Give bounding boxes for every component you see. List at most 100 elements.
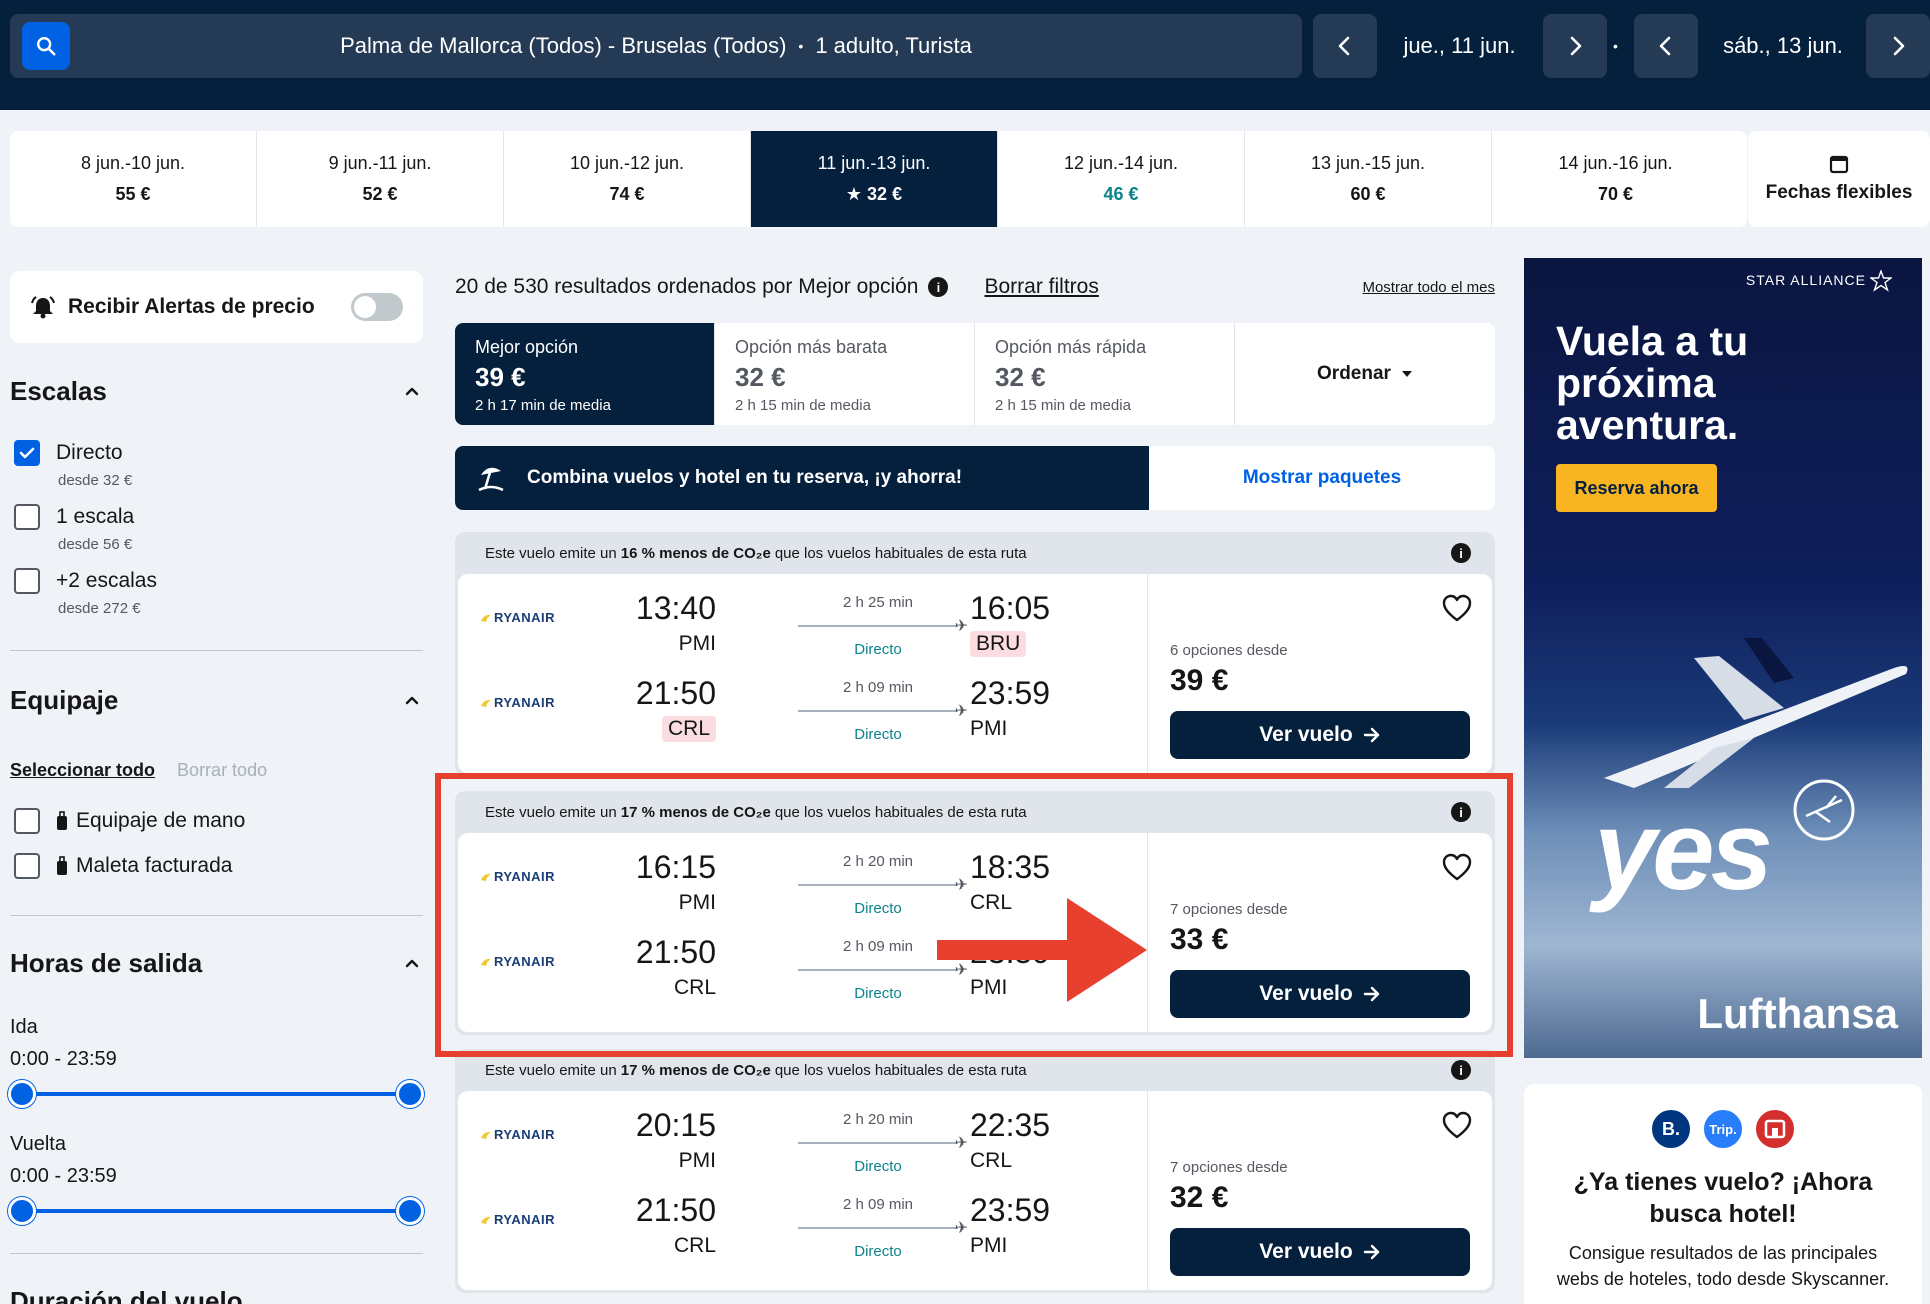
duration-filter-title: Duración del vuelo xyxy=(10,1286,243,1304)
date-option[interactable]: 10 jun.-12 jun. 74 € xyxy=(504,131,751,227)
search-summary-bar[interactable]: Palma de Mallorca (Todos) - Bruselas (To… xyxy=(10,14,1302,78)
slider-handle-min[interactable] xyxy=(8,1197,36,1225)
chevron-left-icon xyxy=(1338,36,1350,56)
ryanair-harp-icon xyxy=(481,614,491,622)
booking-logo: B. xyxy=(1650,1108,1692,1150)
info-icon[interactable]: i xyxy=(1451,1060,1471,1080)
view-flight-button[interactable]: Ver vuelo xyxy=(1170,711,1470,759)
sort-dropdown[interactable]: Ordenar xyxy=(1235,323,1495,425)
flexible-dates-button[interactable]: Fechas flexibles xyxy=(1748,131,1930,227)
checkbox-checked[interactable] xyxy=(14,440,40,466)
clear-all-link[interactable]: Borrar todo xyxy=(177,760,267,781)
return-time-slider[interactable] xyxy=(8,1197,424,1225)
ticket-legs: RYANAIR 20:15 PMI 2 h 20 min ✈ Directo 2… xyxy=(458,1091,1148,1290)
next-depart-date-button[interactable] xyxy=(1543,14,1607,78)
departure: 13:40 PMI xyxy=(636,590,716,657)
arrow-right-icon xyxy=(1363,1244,1379,1260)
arrival-airport: PMI xyxy=(970,717,1008,740)
stops-label: Directo xyxy=(854,726,902,743)
checkbox[interactable] xyxy=(14,568,40,594)
view-flight-button[interactable]: Ver vuelo xyxy=(1170,1228,1470,1276)
ryanair-harp-icon xyxy=(481,699,491,707)
prev-return-date-button[interactable] xyxy=(1634,14,1698,78)
hotels-logo xyxy=(1754,1108,1796,1150)
flight-result-card[interactable]: Este vuelo emite un 17 % menos de CO₂e q… xyxy=(455,1049,1495,1293)
divider xyxy=(10,1253,423,1254)
date-option[interactable]: 8 jun.-10 jun. 55 € xyxy=(10,131,257,227)
outbound-time-slider[interactable] xyxy=(8,1080,424,1108)
checkbox[interactable] xyxy=(14,504,40,530)
prev-depart-date-button[interactable] xyxy=(1313,14,1377,78)
chevron-up-icon[interactable] xyxy=(404,383,420,399)
ad-headline: Vuela a tu próxima aventura. xyxy=(1556,318,1749,448)
heart-icon[interactable] xyxy=(1442,594,1472,622)
slider-handle-max[interactable] xyxy=(396,1080,424,1108)
next-return-date-button[interactable] xyxy=(1866,14,1930,78)
ad-brand: Lufthansa xyxy=(1697,990,1898,1037)
plane-icon: ✈ xyxy=(954,1135,968,1152)
baggage-option-cabin[interactable]: Equipaje de mano xyxy=(14,808,245,834)
date-option[interactable]: 13 jun.-15 jun. 60 € xyxy=(1245,131,1492,227)
chevron-up-icon[interactable] xyxy=(404,955,420,971)
co2-notice: Este vuelo emite un 16 % menos de CO₂e q… xyxy=(455,532,1495,574)
departure-time: 13:40 xyxy=(635,590,716,626)
select-all-link[interactable]: Seleccionar todo xyxy=(10,760,155,781)
results-summary: 20 de 530 resultados ordenados por Mejor… xyxy=(455,275,919,298)
stops-option-price: desde 56 € xyxy=(58,536,133,553)
co2-percentage: 16 % menos de CO₂e xyxy=(620,544,771,562)
return-date[interactable]: sáb., 13 jun. xyxy=(1698,14,1868,78)
stops-option-direct[interactable]: Directo xyxy=(14,440,123,466)
stops-option-2-plus[interactable]: +2 escalas xyxy=(14,568,157,594)
departure-airport: PMI xyxy=(678,1149,716,1172)
route-text: Palma de Mallorca (Todos) - Bruselas (To… xyxy=(340,33,787,58)
lufthansa-ad[interactable]: STAR ALLIANCE Vuela a tu próxima aventur… xyxy=(1524,258,1922,1058)
checkbox[interactable] xyxy=(14,853,40,879)
baggage-option-checked[interactable]: Maleta facturada xyxy=(14,853,232,879)
flight-result-card[interactable]: Este vuelo emite un 16 % menos de CO₂e q… xyxy=(455,532,1495,776)
clear-filters-link[interactable]: Borrar filtros xyxy=(984,275,1098,299)
date-option-selected[interactable]: 11 jun.-13 jun. ★ 32 € xyxy=(751,131,998,227)
price: 39 € xyxy=(1170,664,1229,697)
departure-time: 20:15 xyxy=(635,1107,716,1143)
tab-cheapest[interactable]: Opción más barata 32 € 2 h 15 min de med… xyxy=(715,323,975,425)
stops-option-label: 1 escala xyxy=(56,505,135,528)
checkbox[interactable] xyxy=(14,808,40,834)
baggage-option-label: Maleta facturada xyxy=(76,854,233,877)
departure-airport: CRL xyxy=(661,716,716,742)
stops-option-1-stop[interactable]: 1 escala xyxy=(14,504,134,530)
price-alert-toggle[interactable] xyxy=(351,293,403,321)
stops-option-label: +2 escalas xyxy=(56,569,157,592)
ad-cta-button[interactable]: Reserva ahora xyxy=(1556,464,1717,512)
depart-date[interactable]: jue., 11 jun. xyxy=(1377,14,1542,78)
show-month-link[interactable]: Mostrar todo el mes xyxy=(1362,279,1495,296)
slider-handle-max[interactable] xyxy=(396,1197,424,1225)
heart-icon[interactable] xyxy=(1442,1111,1472,1139)
date-option[interactable]: 9 jun.-11 jun. 52 € xyxy=(257,131,504,227)
flight-leg: RYANAIR 20:15 PMI 2 h 20 min ✈ Directo 2… xyxy=(458,1099,1148,1179)
price-section: 6 opciones desde 39 € Ver vuelo xyxy=(1148,574,1492,773)
price-alert-label: Recibir Alertas de precio xyxy=(68,295,315,318)
plane-icon: ✈ xyxy=(954,1220,968,1237)
flexible-dates-label: Fechas flexibles xyxy=(1765,182,1913,203)
chevron-up-icon[interactable] xyxy=(404,692,420,708)
departure-airport: PMI xyxy=(678,632,716,655)
arrival-airport: CRL xyxy=(970,1149,1013,1172)
plane-icon: ✈ xyxy=(954,703,968,720)
top-header: Palma de Mallorca (Todos) - Bruselas (To… xyxy=(0,0,1930,110)
airline-logo: RYANAIR xyxy=(480,610,555,625)
show-packages-button[interactable]: Mostrar paquetes xyxy=(1149,446,1495,510)
tab-fastest[interactable]: Opción más rápida 32 € 2 h 15 min de med… xyxy=(975,323,1235,425)
hotel-promo-card[interactable]: B. Trip. ¿Ya tienes vuelo? ¡Ahora busca … xyxy=(1524,1084,1922,1304)
date-option[interactable]: 12 jun.-14 jun. 46 € xyxy=(998,131,1245,227)
info-icon[interactable]: i xyxy=(1451,543,1471,563)
route-summary: Palma de Mallorca (Todos) - Bruselas (To… xyxy=(340,33,972,58)
packages-promo: Combina vuelos y hotel en tu reserva, ¡y… xyxy=(455,446,1495,510)
date-option[interactable]: 14 jun.-16 jun. 70 € xyxy=(1492,131,1739,227)
caret-down-icon xyxy=(1401,371,1412,377)
tab-best[interactable]: Mejor opción 39 € 2 h 17 min de media xyxy=(455,323,715,425)
slider-handle-min[interactable] xyxy=(8,1080,36,1108)
info-icon[interactable]: i xyxy=(928,277,949,297)
ad-tagline: yes xyxy=(1594,788,1773,913)
stops-label: Directo xyxy=(854,641,902,658)
price-alert-card[interactable]: Recibir Alertas de precio xyxy=(10,271,423,343)
